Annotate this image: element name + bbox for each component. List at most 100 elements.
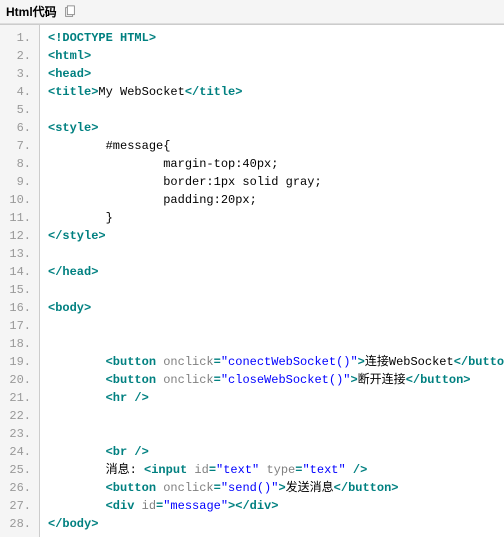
token-text <box>48 373 106 387</box>
token-tag: <title> <box>48 85 98 99</box>
token-attr: type <box>259 463 295 477</box>
token-string: "message" <box>163 499 228 513</box>
token-css-sel: #message{ <box>48 139 170 153</box>
code-line <box>48 407 496 425</box>
code-line: <head> <box>48 65 496 83</box>
line-number: 2. <box>4 47 31 65</box>
token-attr: onclick <box>163 355 213 369</box>
token-tag: </body> <box>48 517 98 531</box>
token-text: 消息: <box>48 463 137 477</box>
token-tag: > <box>358 355 365 369</box>
line-number: 4. <box>4 83 31 101</box>
code-line: border:1px solid gray; <box>48 173 496 191</box>
token-tag: </button> <box>334 481 399 495</box>
line-number: 28. <box>4 515 31 533</box>
token-tag: </button> <box>406 373 471 387</box>
code-line: </style> <box>48 227 496 245</box>
code-line: <!DOCTYPE HTML> <box>48 29 496 47</box>
line-number: 7. <box>4 137 31 155</box>
token-attr: onclick <box>163 481 213 495</box>
token-tag: <button <box>106 355 164 369</box>
token-tag: <head> <box>48 67 91 81</box>
token-tag: <input <box>137 463 195 477</box>
token-attr: id <box>194 463 208 477</box>
token-attr: onclick <box>163 373 213 387</box>
token-string: "text" <box>302 463 345 477</box>
code-line: <html> <box>48 47 496 65</box>
token-tag: <style> <box>48 121 98 135</box>
line-number: 25. <box>4 461 31 479</box>
token-text: My WebSocket <box>98 85 184 99</box>
line-number: 8. <box>4 155 31 173</box>
token-tag: <button <box>106 373 164 387</box>
token-tag: <br /> <box>106 445 149 459</box>
code-line <box>48 335 496 353</box>
code-line <box>48 317 496 335</box>
token-tag: <!DOCTYPE HTML> <box>48 31 156 45</box>
line-number: 9. <box>4 173 31 191</box>
token-tag: </button> <box>454 355 504 369</box>
token-text: 连接WebSocket <box>365 355 454 369</box>
code-line <box>48 425 496 443</box>
code-line: <button onclick="closeWebSocket()">断开连接<… <box>48 371 496 389</box>
line-number: 23. <box>4 425 31 443</box>
token-tag: = <box>214 481 221 495</box>
token-css-prop: margin-top:40px; <box>48 157 278 171</box>
code-line: </body> <box>48 515 496 533</box>
line-number-gutter: 1.2.3.4.5.6.7.8.9.10.11.12.13.14.15.16.1… <box>0 25 40 537</box>
token-tag: > <box>278 481 285 495</box>
token-text: 断开连接 <box>358 373 406 387</box>
code-line <box>48 245 496 263</box>
token-css-sel: } <box>48 211 113 225</box>
line-number: 21. <box>4 389 31 407</box>
line-number: 10. <box>4 191 31 209</box>
token-tag: <button <box>106 481 164 495</box>
token-tag: /> <box>346 463 368 477</box>
code-line: <hr /> <box>48 389 496 407</box>
line-number: 24. <box>4 443 31 461</box>
token-tag: <hr /> <box>106 391 149 405</box>
line-number: 15. <box>4 281 31 299</box>
line-number: 5. <box>4 101 31 119</box>
code-line: padding:20px; <box>48 191 496 209</box>
token-css-prop: padding:20px; <box>48 193 257 207</box>
code-line: <body> <box>48 299 496 317</box>
token-string: "conectWebSocket()" <box>221 355 358 369</box>
code-block-header: Html代码 <box>0 0 504 24</box>
token-tag: = <box>209 463 216 477</box>
token-tag: ></div> <box>228 499 278 513</box>
line-number: 18. <box>4 335 31 353</box>
token-tag: </head> <box>48 265 98 279</box>
line-number: 26. <box>4 479 31 497</box>
token-string: "text" <box>216 463 259 477</box>
token-text <box>48 391 106 405</box>
code-line: <br /> <box>48 443 496 461</box>
token-string: "send()" <box>221 481 279 495</box>
line-number: 11. <box>4 209 31 227</box>
token-tag: <body> <box>48 301 91 315</box>
token-text <box>48 499 106 513</box>
code-line: margin-top:40px; <box>48 155 496 173</box>
line-number: 14. <box>4 263 31 281</box>
line-number: 16. <box>4 299 31 317</box>
copy-icon[interactable] <box>63 5 77 19</box>
token-css-prop: border:1px solid gray; <box>48 175 322 189</box>
code-line: <title>My WebSocket</title> <box>48 83 496 101</box>
token-tag: </title> <box>185 85 243 99</box>
code-line: <style> <box>48 119 496 137</box>
line-number: 13. <box>4 245 31 263</box>
token-tag: > <box>350 373 357 387</box>
line-number: 20. <box>4 371 31 389</box>
code-line: </head> <box>48 263 496 281</box>
token-text: 发送消息 <box>286 481 334 495</box>
code-area[interactable]: <!DOCTYPE HTML> <html> <head> <title>My Web… <box>40 25 504 537</box>
token-tag: <div <box>106 499 142 513</box>
token-text <box>48 355 106 369</box>
line-number: 1. <box>4 29 31 47</box>
token-tag: <html> <box>48 49 91 63</box>
token-string: "closeWebSocket()" <box>221 373 351 387</box>
token-tag: = <box>214 373 221 387</box>
line-number: 6. <box>4 119 31 137</box>
code-line <box>48 281 496 299</box>
code-line: } <box>48 209 496 227</box>
